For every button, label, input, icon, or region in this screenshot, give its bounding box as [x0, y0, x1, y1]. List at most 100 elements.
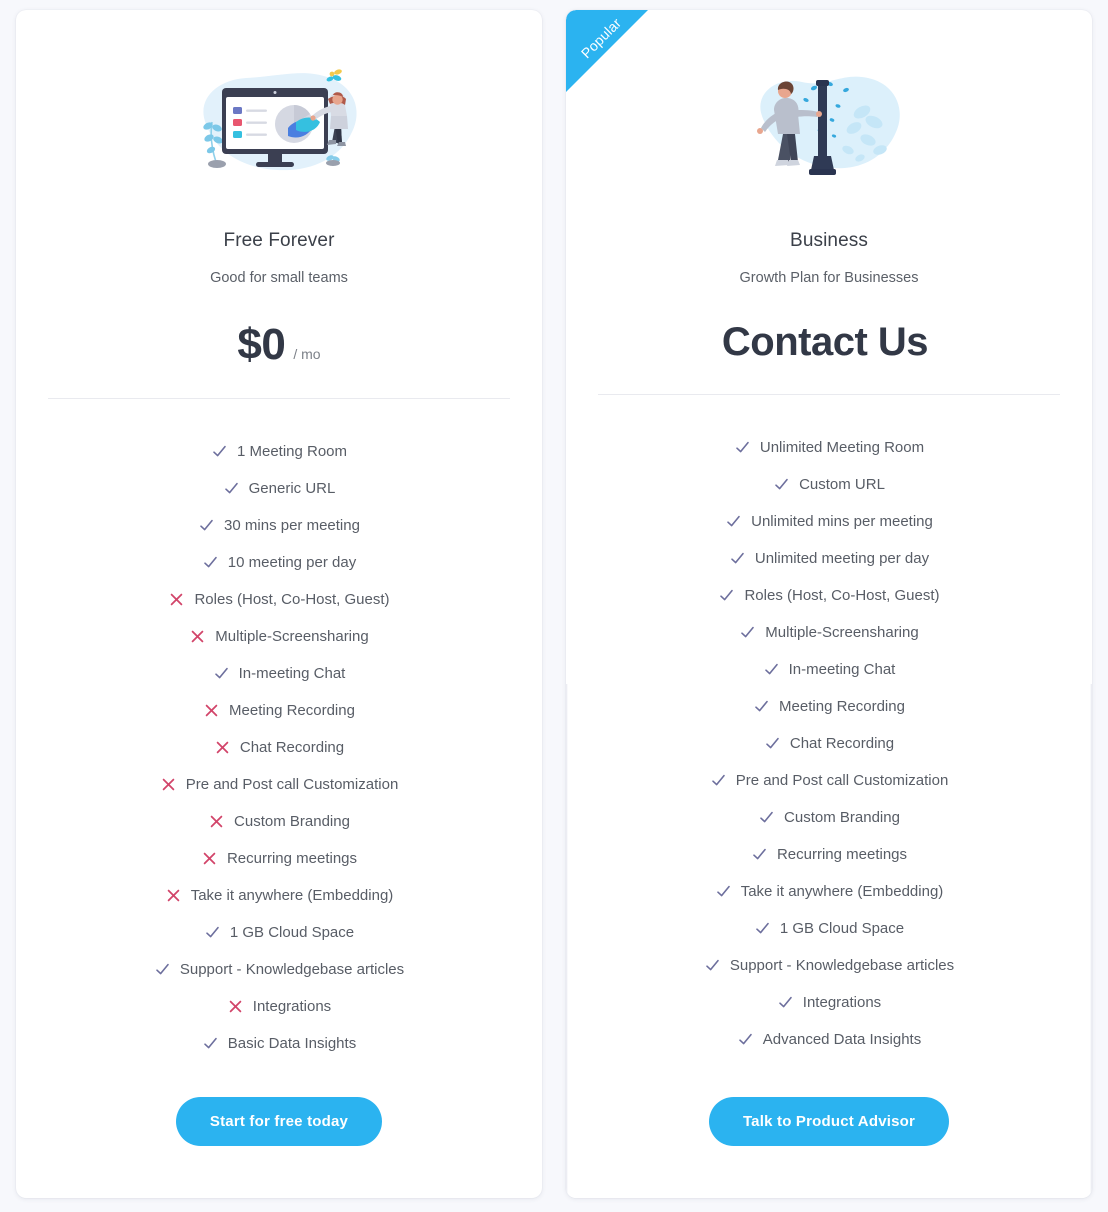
feature-label: Support - Knowledgebase articles	[179, 961, 405, 978]
feature-label: Chat Recording	[239, 739, 345, 756]
feature-label: Custom Branding	[784, 809, 900, 826]
feature-label: Integrations	[802, 994, 882, 1011]
feature-label: 1 GB Cloud Space	[229, 924, 355, 941]
divider	[47, 398, 511, 399]
feature-label: Multiple-Screensharing	[765, 624, 919, 641]
check-icon	[198, 517, 215, 534]
feature-item: Support - Knowledgebase articles	[154, 951, 404, 988]
feature-item: Advanced Data Insights	[737, 1021, 921, 1058]
feature-item: Multiple-Screensharing	[739, 614, 919, 651]
feature-item: Roles (Host, Co-Host, Guest)	[718, 577, 940, 614]
plan-price: $0 / mo	[237, 320, 320, 370]
feature-label: In-meeting Chat	[788, 661, 896, 678]
feature-item: 30 mins per meeting	[198, 507, 360, 544]
feature-item: Unlimited meeting per day	[729, 540, 929, 577]
pricing-plans-container: Free Forever Good for small teams $0 / m…	[0, 0, 1108, 1212]
feature-label: Support - Knowledgebase articles	[729, 957, 955, 974]
feature-item: 10 meeting per day	[202, 544, 356, 581]
check-icon	[763, 661, 780, 678]
feature-item: 1 Meeting Room	[211, 433, 347, 470]
dashboard-analytics-illustration	[184, 66, 374, 192]
check-icon	[777, 994, 794, 1011]
cross-icon	[214, 739, 231, 756]
feature-item: Meeting Recording	[753, 688, 905, 725]
divider	[597, 394, 1061, 395]
check-icon	[223, 480, 240, 497]
feature-item: Basic Data Insights	[202, 1025, 356, 1062]
feature-label: 30 mins per meeting	[224, 517, 360, 534]
check-icon	[154, 961, 171, 978]
plan-tagline: Good for small teams	[210, 270, 348, 286]
feature-item: In-meeting Chat	[763, 651, 896, 688]
check-icon	[202, 1035, 219, 1052]
feature-label: Generic URL	[248, 480, 336, 497]
cross-icon	[201, 850, 218, 867]
check-icon	[202, 554, 219, 571]
feature-item: Custom Branding	[208, 803, 350, 840]
feature-item: Multiple-Screensharing	[189, 618, 369, 655]
feature-label: Custom URL	[799, 476, 885, 493]
check-icon	[737, 1031, 754, 1048]
price-unit: / mo	[293, 346, 321, 362]
talk-to-product-advisor-button[interactable]: Talk to Product Advisor	[708, 1097, 950, 1146]
cta-zone: Start for free today	[16, 1067, 542, 1198]
feature-label: Advanced Data Insights	[762, 1031, 922, 1048]
start-for-free-button[interactable]: Start for free today	[175, 1097, 383, 1146]
check-icon	[739, 624, 756, 641]
feature-label: Pre and Post call Customization	[185, 776, 399, 793]
feature-item: Chat Recording	[214, 729, 344, 766]
cross-icon	[165, 887, 182, 904]
plan-tagline: Growth Plan for Businesses	[739, 270, 919, 286]
person-streetlamp-illustration	[734, 66, 924, 192]
feature-label: Custom Branding	[234, 813, 350, 830]
feature-label: 10 meeting per day	[227, 554, 357, 571]
feature-item: Custom Branding	[758, 799, 900, 836]
feature-label: Meeting Recording	[229, 702, 355, 719]
feature-item: Integrations	[777, 984, 881, 1021]
feature-item: Roles (Host, Co-Host, Guest)	[168, 581, 390, 618]
feature-item: Custom URL	[773, 466, 885, 503]
check-icon	[758, 809, 775, 826]
feature-item: 1 GB Cloud Space	[754, 910, 904, 947]
feature-label: Integrations	[252, 998, 332, 1015]
feature-label: Meeting Recording	[779, 698, 905, 715]
price-amount: $0	[237, 320, 286, 369]
feature-item: Pre and Post call Customization	[710, 762, 948, 799]
cross-icon	[189, 628, 206, 645]
check-icon	[753, 698, 770, 715]
check-icon	[734, 439, 751, 456]
check-icon	[213, 665, 230, 682]
price-amount: Contact Us	[721, 320, 929, 364]
feature-label: In-meeting Chat	[238, 665, 346, 682]
check-icon	[773, 476, 790, 493]
feature-label: Take it anywhere (Embedding)	[740, 883, 944, 900]
popular-ribbon: Popular	[566, 10, 648, 92]
feature-item: Meeting Recording	[203, 692, 355, 729]
feature-label: Roles (Host, Co-Host, Guest)	[194, 591, 390, 608]
cross-icon	[208, 813, 225, 830]
cta-zone: Talk to Product Advisor	[566, 1067, 1092, 1198]
feature-label: Take it anywhere (Embedding)	[190, 887, 394, 904]
feature-label: Unlimited meeting per day	[754, 550, 930, 567]
feature-label: 1 GB Cloud Space	[779, 920, 905, 937]
check-icon	[725, 513, 742, 530]
feature-label: Unlimited mins per meeting	[751, 513, 933, 530]
feature-item: Take it anywhere (Embedding)	[715, 873, 944, 910]
cross-icon	[160, 776, 177, 793]
check-icon	[715, 883, 732, 900]
feature-item: Recurring meetings	[201, 840, 357, 877]
plan-price: Contact Us	[722, 320, 936, 366]
check-icon	[754, 920, 771, 937]
check-icon	[729, 550, 746, 567]
feature-item: Integrations	[227, 988, 331, 1025]
feature-item: 1 GB Cloud Space	[204, 914, 354, 951]
feature-item: Chat Recording	[764, 725, 894, 762]
feature-label: Basic Data Insights	[227, 1035, 357, 1052]
plan-name: Free Forever	[223, 230, 335, 251]
feature-label: Chat Recording	[789, 735, 895, 752]
feature-item: Unlimited mins per meeting	[725, 503, 933, 540]
feature-item: Take it anywhere (Embedding)	[165, 877, 394, 914]
feature-list-business: Unlimited Meeting Room Custom URL Unlimite…	[566, 429, 1092, 1058]
check-icon	[751, 846, 768, 863]
feature-item: Support - Knowledgebase articles	[704, 947, 954, 984]
